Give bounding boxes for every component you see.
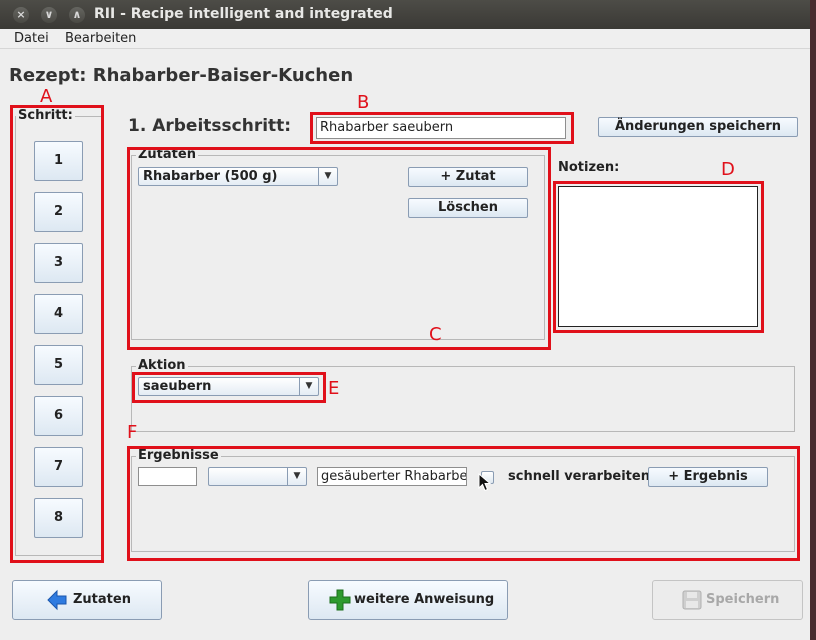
chevron-down-icon: ▼ [318,168,337,185]
step-button-2[interactable]: 2 [34,192,83,232]
annotation-label-f: F [127,422,138,443]
result-name-input[interactable]: gesäuberter Rhabarber [317,467,467,486]
result-unit-select[interactable]: ▼ [208,467,307,486]
steps-legend: Schritt: [16,108,75,123]
maximize-window-button[interactable]: ∧ [69,7,85,23]
back-to-ingredients-button[interactable]: Zutaten [12,580,162,620]
step-button-6[interactable]: 6 [34,396,83,436]
step-button-3[interactable]: 3 [34,243,83,283]
plus-icon [329,589,351,611]
annotation-label-a: A [40,86,53,107]
chevron-down-icon: ▼ [287,468,306,485]
annotation-label-d: D [721,159,735,180]
step-button-8[interactable]: 8 [34,498,83,538]
ingredient-select[interactable]: Rhabarber (500 g) ▼ [138,167,338,186]
save-button[interactable]: Speichern [652,580,803,620]
menu-bar: Datei Bearbeiten [0,29,810,49]
step-button-7[interactable]: 7 [34,447,83,487]
step-button-1[interactable]: 1 [34,141,83,181]
minimize-window-button[interactable]: ∨ [41,7,57,23]
ingredients-legend: Zutaten [136,147,198,162]
recipe-title: Rezept: Rhabarber-Baiser-Kuchen [9,65,354,86]
close-window-button[interactable]: × [13,7,29,23]
ingredient-select-value: Rhabarber (500 g) [143,169,278,184]
annotation-label-e: E [328,378,340,399]
back-to-ingredients-label: Zutaten [73,592,131,607]
annotation-label-b: B [357,92,370,113]
menu-datei[interactable]: Datei [14,31,49,46]
window-title: RII - Recipe intelligent and integrated [94,6,393,22]
chevron-down-icon: ▼ [299,378,318,395]
delete-ingredient-button[interactable]: Löschen [408,198,528,218]
action-select-value: saeubern [143,379,212,394]
title-bar: × ∨ ∧ RII - Recipe intelligent and integ… [0,0,810,29]
notes-textarea[interactable] [558,186,758,327]
add-result-button[interactable]: + Ergebnis [648,467,768,487]
results-legend: Ergebnisse [136,448,221,463]
add-ingredient-button[interactable]: + Zutat [408,167,528,187]
save-label: Speichern [706,592,780,607]
save-changes-button[interactable]: Änderungen speichern [598,117,798,137]
action-legend: Aktion [136,358,188,373]
action-panel: Aktion [131,358,795,432]
step-button-4[interactable]: 4 [34,294,83,334]
step-heading: 1. Arbeitsschritt: [128,116,292,136]
more-instruction-label: weitere Anweisung [354,592,495,607]
step-name-input[interactable]: Rhabarber saeubern [316,117,566,139]
action-select[interactable]: saeubern ▼ [138,377,319,396]
steps-panel: Schritt: [15,108,104,556]
mouse-cursor-icon [478,473,492,492]
arrow-left-icon [47,589,67,611]
save-icon [682,590,702,610]
menu-bearbeiten[interactable]: Bearbeiten [65,31,136,46]
quick-process-label: schnell verarbeiten [508,469,650,484]
app-window: × ∨ ∧ RII - Recipe intelligent and integ… [0,0,810,640]
annotation-label-c: C [429,324,442,345]
notes-label: Notizen: [558,160,620,175]
result-amount-input[interactable] [138,467,197,486]
more-instruction-button[interactable]: weitere Anweisung [308,580,508,620]
step-button-5[interactable]: 5 [34,345,83,385]
